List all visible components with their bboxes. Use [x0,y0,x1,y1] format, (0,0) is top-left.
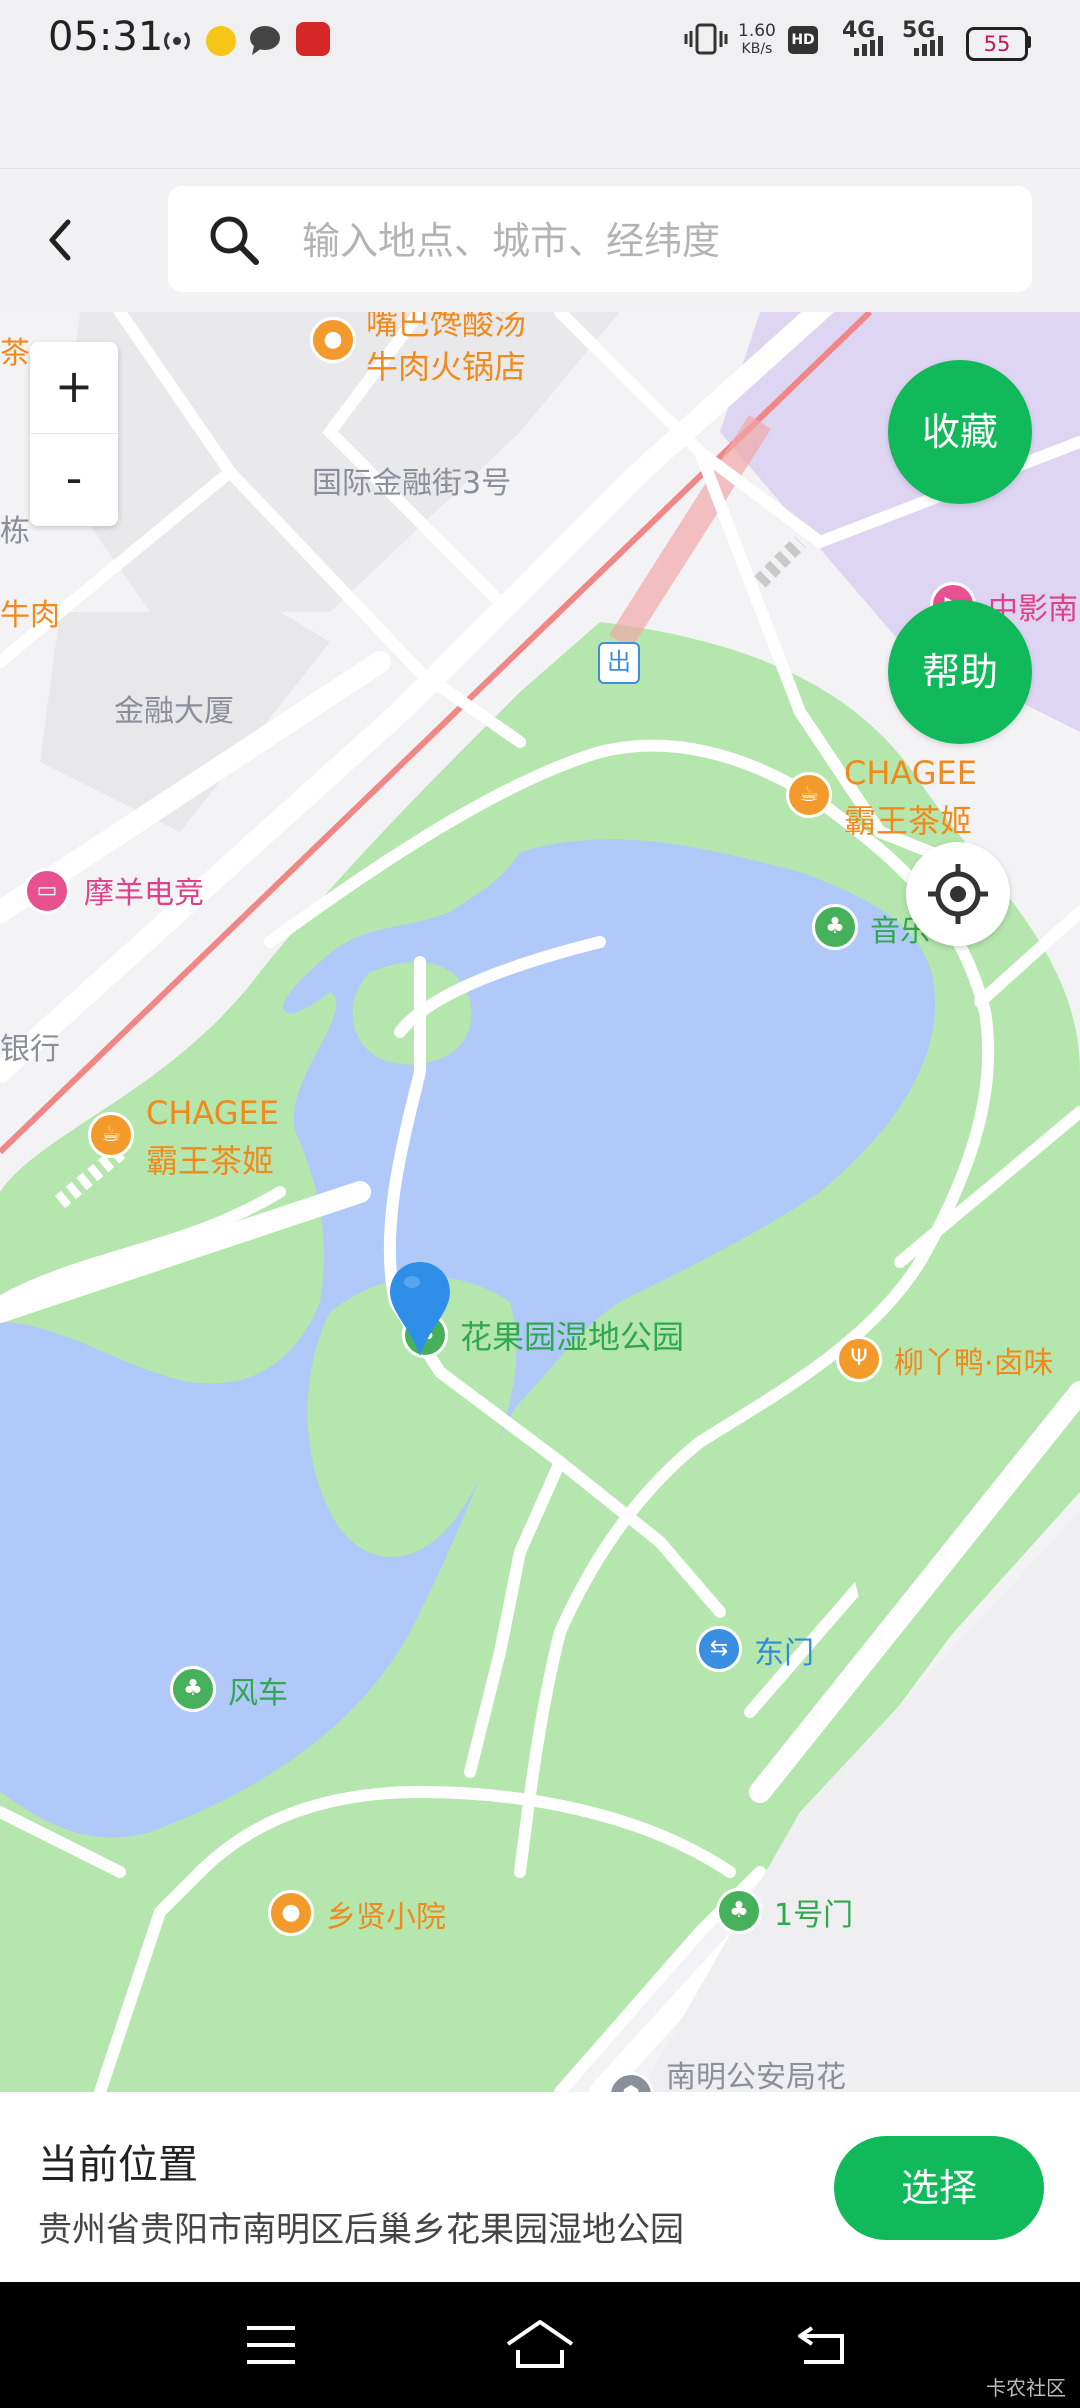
park-poi-icon-4[interactable]: ♣ [716,1888,762,1934]
current-location-title: 当前位置 [38,2142,198,2188]
poi-finance-tower[interactable]: 金融大厦 [114,686,234,730]
poi-chagee-2-sub[interactable]: 霸王茶姬 [146,1136,274,1182]
poi-edge-beef[interactable]: 牛肉 [0,590,60,634]
vibrate-icon [684,23,728,55]
current-location-address: 贵州省贵阳市南明区后巢乡花果园湿地公园 [38,2210,684,2250]
net-speed-unit: KB/s [741,41,773,57]
restaurant-poi-icon-2[interactable]: ● [268,1890,314,1936]
poi-liuyaya[interactable]: 柳丫鸭·卤味 [894,1338,1054,1382]
poi-edge-tea[interactable]: 茶 [0,328,30,372]
poi-windmill[interactable]: 风车 [228,1668,288,1712]
esports-poi-icon[interactable]: ▭ [24,868,70,914]
signal-5g-icon [914,36,943,56]
map-view[interactable]: ● 嘴巴馋酸汤 牛肉火锅店 茶 国际金融街3号 栋 牛肉 ▶ 中影南 出 金融大… [0,312,1080,2092]
poi-police[interactable]: 南明公安局花 [666,2052,846,2092]
map-canvas [0,312,1080,2092]
poi-moyang[interactable]: 摩羊电竞 [84,868,204,912]
poi-chagee-1-name[interactable]: CHAGEE [844,754,977,792]
coin-app-icon [206,26,236,56]
search-icon [210,216,259,265]
app-notification-icon [296,22,330,56]
poi-edge-building[interactable]: 栋 [0,506,30,550]
search-input[interactable] [300,210,1004,272]
menu-icon[interactable] [244,2322,298,2368]
hotspot-icon [164,31,190,51]
hd-badge: HD [788,26,818,54]
poi-chagee-1-sub[interactable]: 霸王茶姬 [844,796,972,842]
tea-poi-icon[interactable]: ☕ [786,772,832,818]
metro-exit-icon[interactable]: 出 [598,642,640,684]
poi-park[interactable]: 花果园湿地公园 [460,1312,684,1358]
gate-poi-icon[interactable]: ⇆ [696,1626,742,1672]
poi-chagee-2-name[interactable]: CHAGEE [146,1094,279,1132]
home-icon[interactable] [504,2318,576,2370]
poi-mouth-soup-1[interactable]: 嘴巴馋酸汤 [366,312,526,344]
restaurant-poi-icon[interactable]: ● [310,317,356,363]
poi-mouth-soup-2[interactable]: 牛肉火锅店 [366,342,526,388]
signal-icon [854,36,883,56]
favorite-button[interactable]: 收藏 [888,360,1032,504]
battery-indicator: 55 [966,27,1028,61]
watermark: 卡农社区 [986,2376,1066,2400]
back-button[interactable] [40,212,80,268]
help-button[interactable]: 帮助 [888,600,1032,744]
poi-edge-bank[interactable]: 银行 [0,1024,60,1068]
poi-gate1[interactable]: 1号门 [774,1890,853,1934]
zoom-out-button[interactable]: - [30,434,118,525]
locate-button[interactable] [906,842,1010,946]
status-time: 05:31 [48,14,164,60]
park-poi-icon[interactable]: ♣ [812,904,858,950]
zoom-in-button[interactable]: + [30,342,118,434]
poi-xiangxian[interactable]: 乡贤小院 [326,1892,446,1936]
food-poi-icon[interactable]: Ψ [836,1336,882,1382]
select-button[interactable]: 选择 [834,2136,1044,2240]
poi-east-gate[interactable]: 东门 [754,1628,814,1672]
tea-poi-icon-2[interactable]: ☕ [88,1112,134,1158]
net-speed-value: 1.60 [738,21,776,41]
battery-tip [1026,36,1031,48]
location-marker-icon[interactable] [388,1260,452,1358]
back-nav-icon[interactable] [794,2320,852,2368]
zoom-control: + - [30,342,118,526]
message-icon [250,26,280,55]
crosshair-icon [928,864,988,924]
poi-ifc3[interactable]: 国际金融街3号 [312,458,511,502]
park-poi-icon-3[interactable]: ♣ [170,1666,216,1712]
